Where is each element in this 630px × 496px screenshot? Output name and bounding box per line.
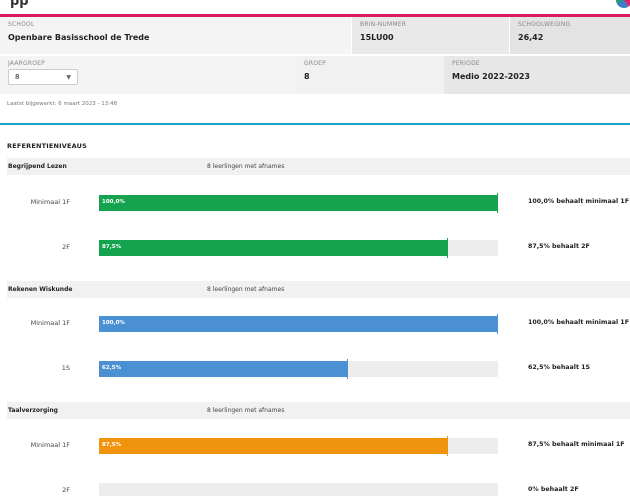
level-bar-fill: 87,5% (99, 438, 449, 454)
jaargroep-value: 8 (15, 73, 20, 81)
schoolweging-cell: SCHOOLWEGING 26,42 (510, 17, 630, 54)
level-bar-fill: 100,0% (99, 316, 498, 332)
brin-cell: BRIN-NUMMER 15LU00 (352, 17, 510, 54)
level-bar-track: 100,0% (99, 314, 498, 334)
subject-header: Rekenen Wiskunde 8 leerlingen met afname… (7, 281, 630, 298)
level-bar-marker (497, 193, 498, 213)
app-logo: pp (10, 0, 29, 9)
jaargroep-select[interactable]: 8 ▼ (8, 69, 78, 85)
school-label: SCHOOL (8, 21, 35, 28)
level-label: 2F (62, 486, 70, 494)
jaargroep-label: JAARGROEP (8, 60, 45, 67)
level-description: 100,0% behaalt minimaal 1F (528, 198, 629, 205)
level-row: 2F 87,5% 87,5% behaalt 2F (0, 238, 630, 258)
periode-cell: PERIODE Medio 2022-2023 (444, 56, 630, 94)
level-row: Minimaal 1F 100,0% 100,0% behaalt minima… (0, 314, 630, 334)
section-divider (0, 123, 630, 125)
level-bar-marker (447, 238, 449, 258)
level-bar-percent: 87,5% (102, 442, 122, 448)
subject-header: Taalverzorging 8 leerlingen met afnames (7, 402, 630, 419)
level-label: Minimaal 1F (30, 319, 70, 327)
level-description: 100,0% behaalt minimaal 1F (528, 319, 629, 326)
level-bar-track: 87,5% (99, 238, 498, 258)
level-bar-marker (447, 436, 449, 456)
subject-count: 8 leerlingen met afnames (207, 407, 285, 414)
brin-value: 15LU00 (360, 33, 394, 42)
level-label: Minimaal 1F (30, 198, 70, 206)
subject-count: 8 leerlingen met afnames (207, 163, 285, 170)
subject-name: Taalverzorging (8, 407, 58, 414)
schoolweging-value: 26,42 (518, 33, 544, 42)
periode-value: Medio 2022-2023 (452, 72, 530, 81)
level-label: 2F (62, 243, 70, 251)
chevron-down-icon: ▼ (66, 73, 71, 81)
brin-label: BRIN-NUMMER (360, 21, 407, 28)
level-bar-track: 100,0% (99, 193, 498, 213)
level-bar-marker (347, 359, 349, 379)
school-cell: SCHOOL Openbare Basisschool de Trede (0, 17, 352, 54)
periode-label: PERIODE (452, 60, 480, 67)
level-bar-fill: 62,5% (99, 361, 349, 377)
level-row: Minimaal 1F 100,0% 100,0% behaalt minima… (0, 193, 630, 213)
level-bar-fill: 87,5% (99, 240, 449, 256)
schoolweging-label: SCHOOLWEGING (518, 21, 571, 28)
level-description: 62,5% behaalt 1S (528, 364, 591, 371)
groep-value: 8 (304, 72, 310, 81)
level-label: Minimaal 1F (30, 441, 70, 449)
level-row: 1S 62,5% 62,5% behaalt 1S (0, 359, 630, 379)
subject-header: Begrijpend Lezen 8 leerlingen met afname… (7, 158, 630, 175)
level-description: 0% behaalt 2F (528, 486, 579, 493)
school-name: Openbare Basisschool de Trede (8, 33, 150, 42)
level-bar-fill: 100,0% (99, 195, 498, 211)
level-row: 2F 0% behaalt 2F (0, 481, 630, 496)
level-bar-percent: 100,0% (102, 320, 125, 326)
groep-label: GROEP (304, 60, 326, 67)
subject-name: Begrijpend Lezen (8, 163, 67, 170)
subject-count: 8 leerlingen met afnames (207, 286, 285, 293)
level-label: 1S (61, 364, 70, 372)
top-bar: pp (0, 0, 630, 14)
level-bar-percent: 87,5% (102, 244, 122, 250)
level-bar-track (99, 483, 498, 496)
level-description: 87,5% behaalt minimaal 1F (528, 441, 625, 448)
level-bar-track: 62,5% (99, 359, 498, 379)
school-info-row: SCHOOL Openbare Basisschool de Trede BRI… (0, 17, 630, 54)
level-bar-percent: 62,5% (102, 365, 122, 371)
jaargroep-cell: JAARGROEP 8 ▼ (0, 56, 296, 94)
level-row: Minimaal 1F 87,5% 87,5% behaalt minimaal… (0, 436, 630, 456)
section-title: REFERENTIENIVEAUS (7, 142, 88, 150)
groep-cell: GROEP 8 (296, 56, 444, 94)
filter-row: JAARGROEP 8 ▼ GROEP 8 PERIODE Medio 2022… (0, 56, 630, 94)
level-bar-percent: 100,0% (102, 199, 125, 205)
level-description: 87,5% behaalt 2F (528, 243, 590, 250)
level-bar-track: 87,5% (99, 436, 498, 456)
level-bar-marker (497, 314, 498, 334)
subject-name: Rekenen Wiskunde (8, 286, 73, 293)
brand-logo-icon (616, 0, 630, 8)
last-updated: Laatst bijgewerkt: 6 maart 2023 - 13:48 (7, 101, 118, 107)
